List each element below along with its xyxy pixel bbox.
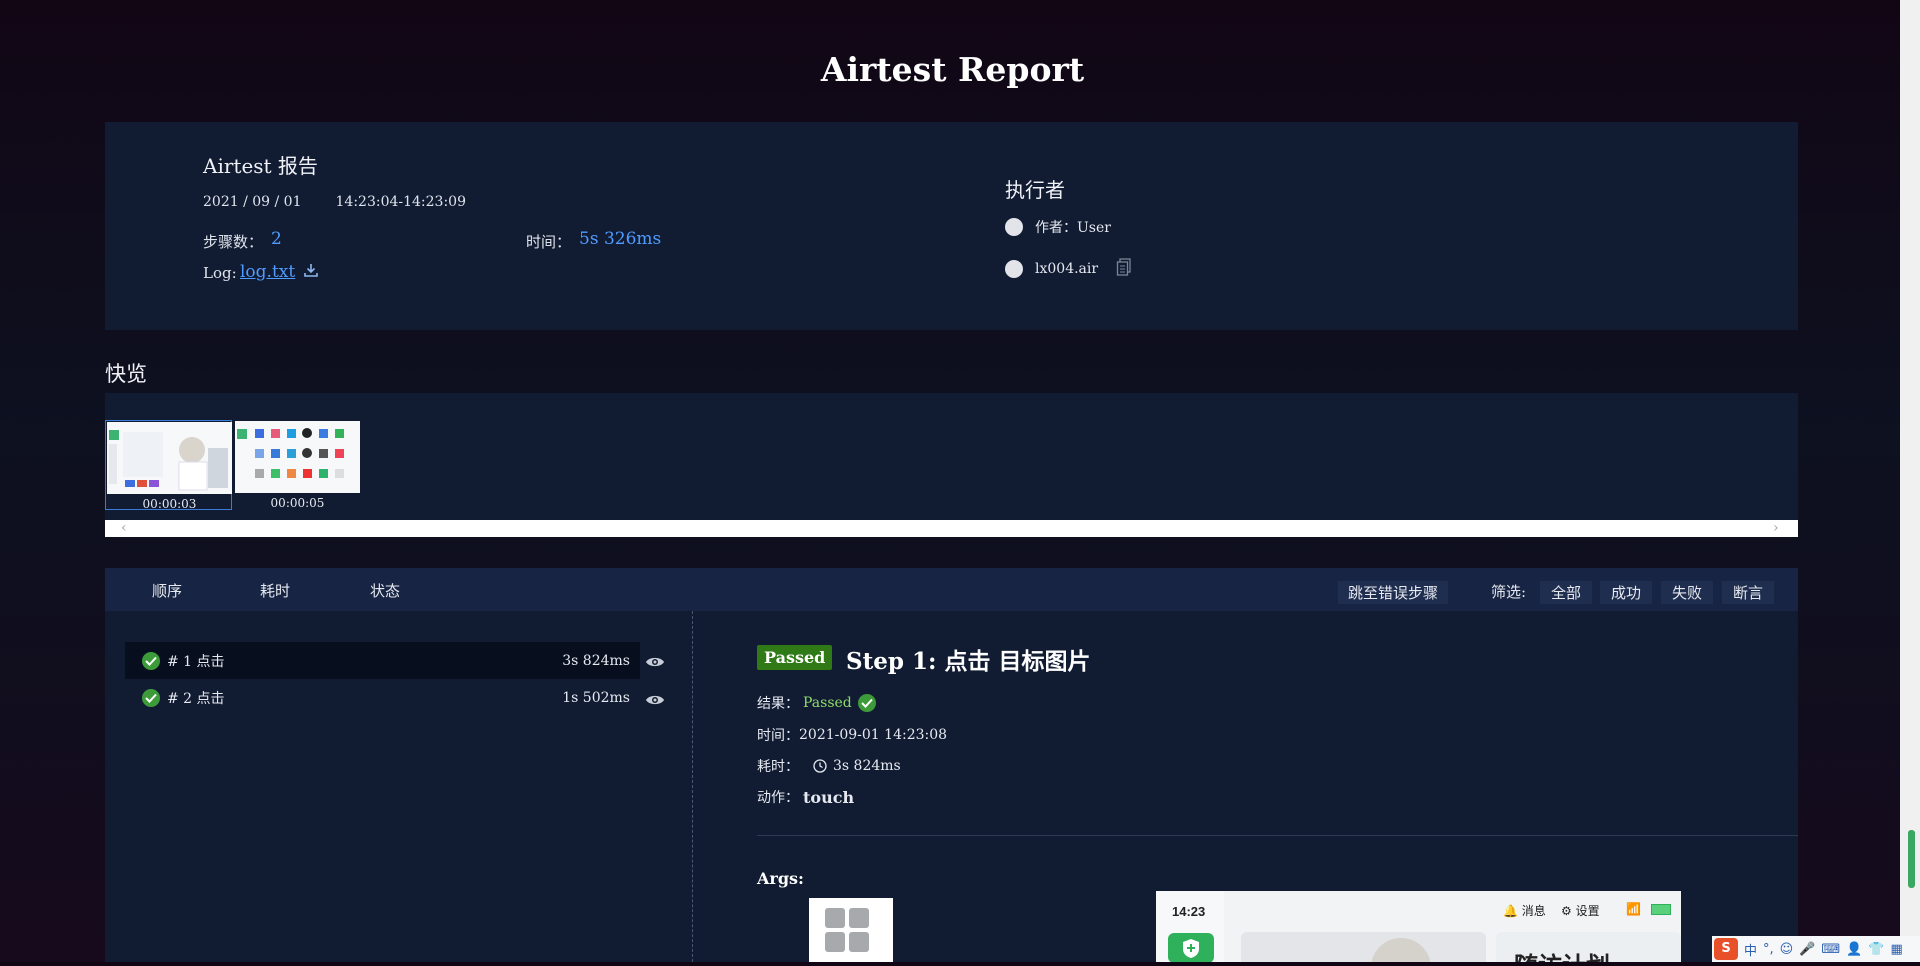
script-name: lx004.air	[1035, 261, 1099, 277]
report-date: 2021 / 09 / 01 14:23:04-14:23:09	[203, 194, 466, 210]
copy-icon[interactable]	[1116, 258, 1132, 280]
executor-title: 执行者	[1005, 178, 1065, 202]
page-scrollbar[interactable]	[1900, 0, 1920, 962]
thumbnail-image	[107, 422, 232, 494]
duration-label: 耗时：	[757, 759, 799, 775]
step-label: # 2 点击	[167, 690, 225, 707]
ime-grid-icon[interactable]: ▦	[1891, 942, 1903, 957]
time-line: 时间： 2021-09-01 14:23:08	[757, 725, 947, 745]
sogou-logo-icon[interactable]: S	[1714, 938, 1738, 960]
steps-count-value: 2	[271, 229, 282, 249]
filter-fail-button[interactable]: 失败	[1661, 581, 1714, 604]
screenshot-wifi-icon: 📶	[1626, 902, 1641, 916]
ime-skin-icon[interactable]: 👕	[1868, 942, 1884, 957]
action-line: 动作： touch	[757, 787, 854, 807]
screenshot-banner-right: 随访计划	[1496, 932, 1681, 962]
step-duration: 1s 502ms	[562, 689, 630, 706]
download-icon[interactable]	[303, 262, 319, 282]
screenshot-app-icon	[1168, 933, 1214, 962]
steps-count-label: 步骤数：	[203, 233, 264, 251]
step-label: # 1 点击	[167, 653, 225, 670]
page-title: Airtest Report	[820, 50, 1085, 89]
ime-mic-icon[interactable]: 🎤	[1799, 942, 1815, 957]
action-label: 动作：	[757, 790, 799, 806]
author-label: 作者：	[1035, 220, 1077, 236]
date-text: 2021 / 09 / 01	[203, 194, 302, 210]
overview-panel: 00:00:03 00:00:05	[105, 393, 1798, 520]
screenshot-battery-icon	[1651, 904, 1671, 915]
result-value: Passed	[803, 695, 852, 711]
steps-body: # 1 点击 3s 824ms # 2 点击 1s 502ms Passed S…	[105, 611, 1798, 962]
thumbnail-caption: 00:00:03	[142, 497, 197, 511]
check-icon	[142, 688, 160, 707]
scroll-left-icon[interactable]: ‹	[121, 520, 127, 537]
report-info-panel: Airtest 报告 2021 / 09 / 01 14:23:04-14:23:…	[105, 122, 1798, 330]
sort-by-duration[interactable]: 耗时	[260, 580, 290, 601]
screenshot-settings: ⚙ 设置	[1561, 904, 1600, 918]
step-duration: 3s 824ms	[562, 652, 630, 669]
step-item[interactable]: # 2 点击 1s 502ms	[125, 679, 640, 716]
thumbnail[interactable]: 00:00:03	[105, 420, 232, 511]
screenshot-banner-left	[1241, 932, 1486, 962]
filter-success-button[interactable]: 成功	[1600, 581, 1653, 604]
ime-emoji-icon[interactable]: ☺	[1780, 942, 1794, 957]
check-icon	[857, 694, 876, 712]
result-label: 结果：	[757, 696, 799, 712]
check-icon	[142, 651, 160, 670]
time-range-text: 14:23:04-14:23:09	[335, 194, 466, 210]
overview-title: 快览	[105, 362, 147, 386]
step-title: Step 1: 点击 目标图片	[846, 648, 1091, 675]
result-line: 结果： Passed	[757, 693, 883, 713]
sort-by-status[interactable]: 状态	[370, 580, 400, 601]
time-label: 时间：	[757, 728, 799, 744]
args-label: Args:	[757, 869, 804, 888]
detail-divider	[757, 835, 1798, 836]
log-label: Log:	[203, 264, 237, 282]
author-value: User	[1077, 220, 1111, 236]
screenshot-time: 14:23	[1172, 904, 1206, 919]
clock-icon	[813, 759, 827, 773]
duration-value: 3s 824ms	[833, 758, 901, 774]
ime-punctuation-toggle[interactable]: °,	[1763, 942, 1774, 957]
page-scrollbar-thumb[interactable]	[1908, 830, 1915, 888]
filter-all-button[interactable]: 全部	[1540, 581, 1593, 604]
duration-line: 耗时： 3s 824ms	[757, 756, 901, 776]
script-row: lx004.air	[1005, 258, 1132, 280]
ime-keyboard-icon[interactable]: ⌨	[1821, 942, 1840, 957]
overview-scrollbar[interactable]: ‹ ›	[105, 520, 1798, 537]
action-value: touch	[803, 787, 855, 807]
steps-toolbar: 顺序 耗时 状态 跳至错误步骤 筛选: 全部 成功 失败 断言	[105, 568, 1798, 611]
status-badge: Passed	[757, 645, 833, 670]
screenshot-settings-label: 设置	[1575, 904, 1600, 918]
step-item[interactable]: # 1 点击 3s 824ms	[125, 642, 640, 679]
jump-to-error-button[interactable]: 跳至错误步骤	[1338, 581, 1449, 604]
author-avatar-dot	[1005, 218, 1023, 236]
author-row: 作者：User	[1005, 217, 1111, 237]
eye-icon[interactable]	[645, 692, 665, 711]
ime-toolbar: S 中 °, ☺ 🎤 ⌨ 👤 👕 ▦	[1712, 936, 1920, 962]
target-image[interactable]	[809, 898, 893, 962]
screenshot-messages-label: 消息	[1521, 904, 1546, 918]
column-divider	[692, 611, 693, 962]
ime-user-icon[interactable]: 👤	[1846, 942, 1862, 957]
total-time-label: 时间：	[526, 233, 572, 251]
log-file-link[interactable]: log.txt	[240, 262, 295, 282]
filter-assert-button[interactable]: 断言	[1722, 581, 1775, 604]
eye-icon[interactable]	[645, 654, 665, 673]
thumbnail-image	[235, 421, 360, 493]
thumbnail[interactable]: 00:00:05	[234, 420, 361, 510]
thumbnail-caption: 00:00:05	[270, 496, 325, 510]
screenshot-messages: 🔔 消息	[1503, 904, 1546, 918]
scroll-right-icon[interactable]: ›	[1773, 520, 1779, 537]
filter-label: 筛选:	[1491, 583, 1527, 601]
step-screenshot[interactable]: 14:23 🔔 消息 ⚙ 设置 📶 随访计划	[1156, 891, 1681, 962]
screenshot-portrait	[1371, 938, 1431, 962]
screenshot-banner-title: 随访计划	[1514, 946, 1610, 962]
ime-language-toggle[interactable]: 中	[1744, 940, 1757, 959]
script-dot	[1005, 260, 1023, 278]
report-name: Airtest 报告	[203, 154, 318, 178]
total-time-value: 5s 326ms	[579, 229, 662, 249]
time-value: 2021-09-01 14:23:08	[799, 727, 948, 743]
sort-by-order[interactable]: 顺序	[152, 580, 182, 601]
